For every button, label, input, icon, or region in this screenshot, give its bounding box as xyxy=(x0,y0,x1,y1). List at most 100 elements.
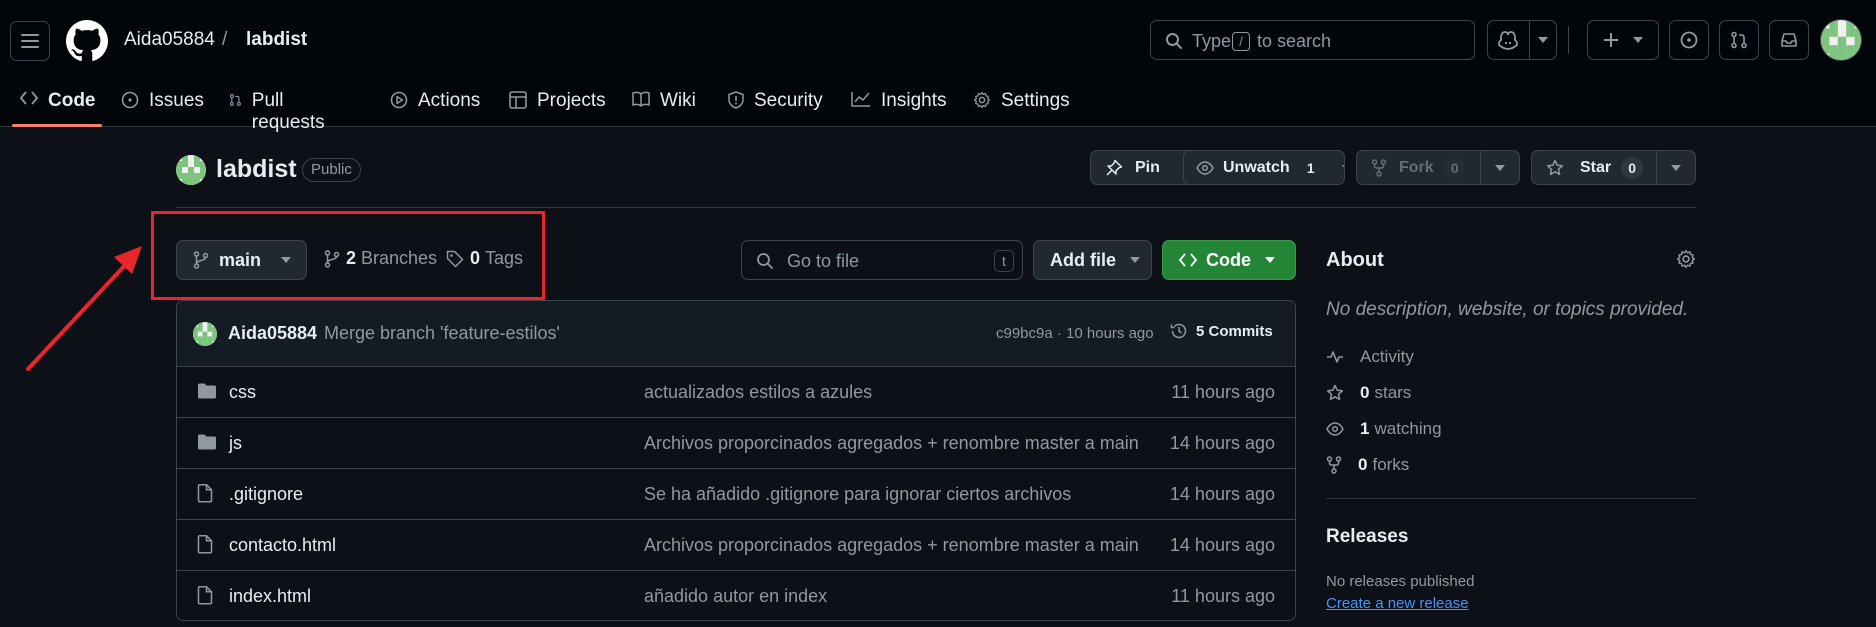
file-commit-message[interactable]: Se ha añadido .gitignore para ignorar ci… xyxy=(644,484,1071,505)
add-file-button[interactable]: Add file xyxy=(1033,240,1152,280)
file-name[interactable]: index.html xyxy=(229,586,311,607)
file-name[interactable]: css xyxy=(229,382,256,403)
history-icon xyxy=(1170,323,1187,339)
copilot-dropdown-button[interactable] xyxy=(1528,21,1556,59)
file-name[interactable]: .gitignore xyxy=(229,484,303,505)
chevron-down-icon xyxy=(1671,164,1681,171)
shield-icon xyxy=(728,91,744,109)
create-new-button[interactable] xyxy=(1587,20,1659,60)
tab-projects-label: Projects xyxy=(537,90,606,111)
hamburger-icon xyxy=(21,34,39,48)
file-row[interactable]: css actualizados estilos a azules 11 hou… xyxy=(177,367,1295,418)
table-icon xyxy=(509,91,527,109)
commit-message[interactable]: Merge branch 'feature-estilos' xyxy=(324,323,560,344)
tab-actions-label: Actions xyxy=(418,90,481,111)
breadcrumb-owner[interactable]: Aida05884 xyxy=(124,29,215,51)
activity-label: Activity xyxy=(1360,347,1414,366)
active-tab-indicator xyxy=(12,124,102,127)
file-row[interactable]: contacto.html Archivos proporcinados agr… xyxy=(177,520,1295,571)
repo-owner-avatar[interactable] xyxy=(176,155,206,185)
tab-projects[interactable]: Projects xyxy=(509,80,606,127)
inbox-button[interactable] xyxy=(1769,20,1809,60)
stars-link[interactable]: 0 stars xyxy=(1326,383,1411,403)
star-button-group: Star 0 xyxy=(1531,150,1696,185)
file-commit-message[interactable]: Archivos proporcinados agregados + renom… xyxy=(644,433,1139,454)
file-commit-message[interactable]: actualizados estilos a azules xyxy=(644,382,872,403)
menu-button[interactable] xyxy=(10,21,50,61)
tab-insights-label: Insights xyxy=(881,90,947,111)
issue-opened-icon xyxy=(121,91,139,109)
fork-button-group: Fork 0 xyxy=(1356,150,1520,185)
search-icon xyxy=(757,253,773,269)
commits-history-link[interactable]: 5 Commits xyxy=(1170,322,1273,340)
file-name[interactable]: contacto.html xyxy=(229,535,336,556)
gear-icon xyxy=(973,91,991,109)
commit-author[interactable]: Aida05884 xyxy=(228,323,317,344)
file-name[interactable]: js xyxy=(229,433,242,454)
file-commit-message[interactable]: Archivos proporcinados agregados + renom… xyxy=(644,535,1139,556)
tab-pull-requests[interactable]: Pull requests xyxy=(229,80,330,133)
repo-forked-icon xyxy=(1326,456,1342,474)
tab-issues[interactable]: Issues xyxy=(121,80,204,127)
fork-button[interactable]: Fork 0 xyxy=(1357,151,1480,184)
commit-author-avatar[interactable] xyxy=(193,322,217,346)
watch-count: 1 xyxy=(1306,159,1315,176)
chevron-down-icon xyxy=(1341,164,1344,168)
file-row[interactable]: .gitignore Se ha añadido .gitignore para… xyxy=(177,469,1295,520)
plus-icon xyxy=(1604,33,1618,47)
code-dropdown-button[interactable]: Code xyxy=(1162,240,1296,280)
play-icon xyxy=(390,91,408,109)
file-row[interactable]: index.html añadido autor en index 11 hou… xyxy=(177,571,1295,620)
about-heading: About xyxy=(1326,249,1384,271)
go-to-file-input[interactable]: Go to file t xyxy=(741,240,1023,280)
fork-dropdown-button[interactable] xyxy=(1480,151,1519,184)
star-button[interactable]: Star 0 xyxy=(1532,151,1656,184)
git-pull-request-icon xyxy=(1731,31,1747,49)
inbox-icon xyxy=(1781,33,1797,47)
watch-dropdown-button[interactable] xyxy=(1334,151,1344,184)
activity-link[interactable]: Activity xyxy=(1326,347,1414,367)
file-commit-time: 14 hours ago xyxy=(1169,484,1275,504)
sidebar-divider xyxy=(1326,498,1696,499)
file-commit-time: 14 hours ago xyxy=(1169,433,1275,453)
search-icon xyxy=(1166,33,1182,49)
tab-security-label: Security xyxy=(754,90,823,111)
tab-wiki[interactable]: Wiki xyxy=(632,80,696,127)
tab-settings-label: Settings xyxy=(1001,90,1070,111)
github-logo-icon[interactable] xyxy=(66,20,108,62)
chevron-down-icon xyxy=(1265,257,1275,263)
pull-requests-button[interactable] xyxy=(1719,20,1759,60)
create-release-link[interactable]: Create a new release xyxy=(1326,595,1469,612)
search-placeholder-start: Type xyxy=(1192,31,1232,51)
tab-code-label: Code xyxy=(48,90,96,111)
tab-insights[interactable]: Insights xyxy=(851,80,946,127)
identicon-icon xyxy=(1821,20,1861,60)
tab-code[interactable]: Code xyxy=(20,80,96,127)
tab-security[interactable]: Security xyxy=(728,80,823,127)
issues-button[interactable] xyxy=(1669,20,1709,60)
forks-count: 0 xyxy=(1358,455,1368,474)
latest-commit-row: Aida05884 Merge branch 'feature-estilos'… xyxy=(177,301,1295,367)
gear-icon[interactable] xyxy=(1676,249,1696,269)
file-row[interactable]: js Archivos proporcinados agregados + re… xyxy=(177,418,1295,469)
watch-button-group: Unwatch 1 xyxy=(1183,150,1345,185)
watching-link[interactable]: 1 watching xyxy=(1326,419,1442,439)
tab-actions[interactable]: Actions xyxy=(390,80,480,127)
watching-count: 1 xyxy=(1360,419,1370,438)
tab-settings[interactable]: Settings xyxy=(973,80,1070,127)
forks-link[interactable]: 0 forks xyxy=(1326,455,1409,475)
repo-title[interactable]: labdist xyxy=(216,155,297,184)
releases-heading[interactable]: Releases xyxy=(1326,526,1408,548)
pulse-icon xyxy=(1327,351,1343,363)
global-search-input[interactable]: Type / to search xyxy=(1150,20,1475,60)
go-to-file-shortcut: t xyxy=(994,250,1014,272)
star-count: 0 xyxy=(1621,156,1644,179)
unwatch-button[interactable]: Unwatch 1 xyxy=(1184,151,1334,184)
file-commit-message[interactable]: añadido autor en index xyxy=(644,586,827,607)
breadcrumb-repo[interactable]: labdist xyxy=(246,29,307,51)
file-commit-time: 14 hours ago xyxy=(1169,535,1275,555)
user-avatar[interactable] xyxy=(1820,19,1862,61)
commit-hash-time[interactable]: c99bc9a · 10 hours ago xyxy=(996,325,1154,342)
star-dropdown-button[interactable] xyxy=(1656,151,1695,184)
copilot-button[interactable] xyxy=(1488,21,1529,59)
